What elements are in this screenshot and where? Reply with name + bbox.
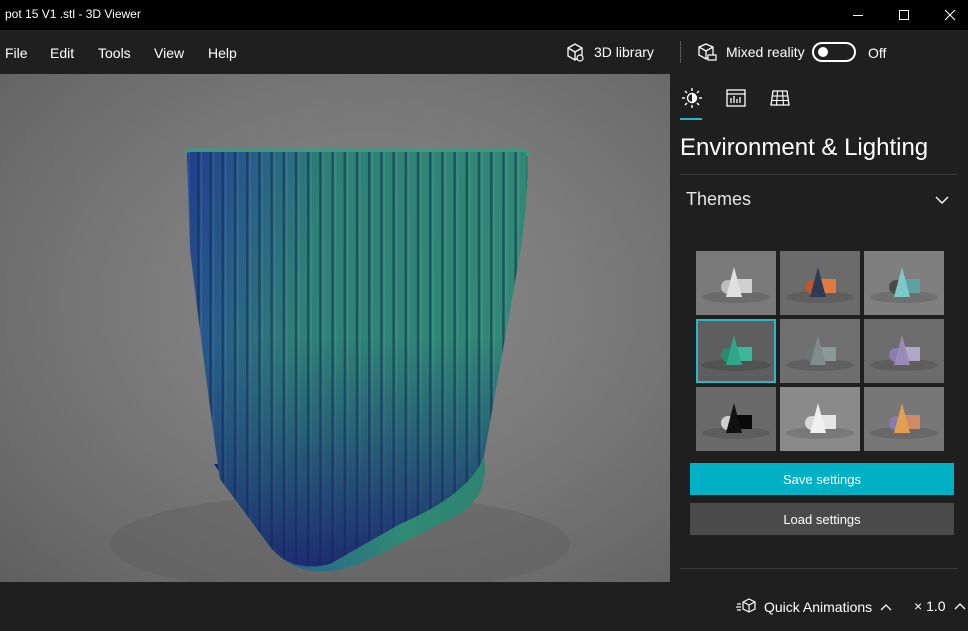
menu-view[interactable]: View (154, 45, 184, 61)
maximize-button[interactable] (881, 0, 927, 30)
mixed-reality-state: Off (868, 45, 887, 61)
theme-thumbnail[interactable] (864, 319, 944, 383)
menu-file[interactable]: File (5, 45, 28, 61)
maximize-icon (899, 10, 909, 20)
menu-help[interactable]: Help (208, 45, 237, 61)
sun-icon (682, 88, 702, 108)
menu-edit[interactable]: Edit (50, 45, 74, 61)
bottom-bar: Quick Animations × 1.0 (0, 582, 968, 631)
theme-thumbnail[interactable] (696, 387, 776, 451)
close-icon (944, 9, 956, 21)
panel-title: Environment & Lighting (680, 134, 929, 161)
mixed-reality-toggle[interactable] (812, 42, 856, 62)
toolbar-divider (680, 41, 681, 63)
bottom-divider (680, 568, 958, 569)
settings-panel: Environment & Lighting Themes Save setti… (670, 74, 968, 582)
theme-preview-image (866, 321, 942, 381)
tab-grid[interactable] (768, 86, 792, 110)
stats-icon (726, 89, 746, 107)
theme-preview-image (782, 321, 858, 381)
pot-model[interactable] (0, 74, 670, 582)
mixed-reality-label: Mixed reality (726, 44, 805, 60)
theme-thumbnail[interactable] (864, 387, 944, 451)
chevron-down-icon[interactable] (934, 192, 950, 208)
tab-stats[interactable] (724, 86, 748, 110)
theme-preview-image (782, 253, 858, 313)
theme-preview-image (698, 321, 774, 381)
themes-label: Themes (686, 189, 752, 209)
theme-thumbnail[interactable] (780, 319, 860, 383)
theme-thumbnail[interactable] (780, 251, 860, 315)
grid-icon (770, 90, 790, 106)
animation-speed-label: × 1.0 (914, 598, 946, 614)
mixed-reality-button[interactable]: Mixed reality (696, 41, 805, 63)
chevron-up-icon (880, 604, 892, 611)
theme-thumbnail[interactable] (780, 387, 860, 451)
quick-animations-button[interactable]: Quick Animations (736, 598, 892, 616)
theme-thumbnail[interactable] (864, 251, 944, 315)
3d-viewport[interactable] (0, 74, 670, 582)
theme-preview-image (782, 389, 858, 449)
quick-animations-label: Quick Animations (764, 599, 873, 615)
mixed-reality-icon (698, 43, 717, 61)
window-title: pot 15 V1 .stl - 3D Viewer (5, 7, 141, 21)
active-tab-indicator (680, 118, 702, 120)
title-bar: pot 15 V1 .stl - 3D Viewer (0, 0, 968, 30)
close-button[interactable] (927, 0, 968, 30)
theme-preview-image (866, 253, 942, 313)
minimize-button[interactable] (835, 0, 881, 30)
chevron-up-icon (954, 603, 965, 610)
minimize-icon (853, 15, 863, 16)
theme-preview-image (866, 389, 942, 449)
save-settings-button[interactable]: Save settings (690, 463, 954, 495)
theme-preview-image (698, 253, 774, 313)
cube-library-icon (567, 43, 584, 62)
animation-cube-icon (736, 598, 756, 613)
load-settings-button[interactable]: Load settings (690, 503, 954, 535)
animation-speed-button[interactable]: × 1.0 (914, 598, 966, 614)
theme-thumbnail[interactable] (696, 319, 776, 383)
3d-library-label: 3D library (594, 44, 654, 60)
3d-library-button[interactable]: 3D library (564, 41, 654, 63)
menu-tools[interactable]: Tools (98, 45, 131, 61)
theme-thumbnail[interactable] (696, 251, 776, 315)
theme-preview-image (698, 389, 774, 449)
toggle-knob (818, 47, 828, 57)
title-divider (680, 174, 958, 175)
menu-bar: File Edit Tools View Help 3D library Mix… (0, 30, 968, 74)
tab-environment[interactable] (680, 86, 704, 110)
